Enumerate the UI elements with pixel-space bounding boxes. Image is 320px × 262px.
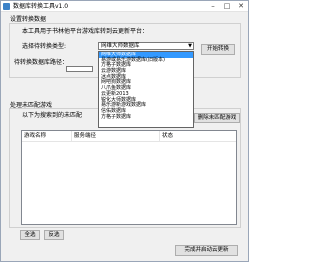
intro-text: 本工具用于书林他平台游戏库转到云更新平台： bbox=[22, 28, 149, 35]
maximize-icon[interactable]: □ bbox=[220, 1, 234, 11]
mismatch-hint: 以下为搜索到的未匹配 bbox=[22, 112, 83, 119]
column-header-status[interactable]: 状态 bbox=[160, 131, 236, 141]
column-header-game-name[interactable]: 游戏名称 bbox=[22, 131, 72, 141]
delete-unmatched-button[interactable]: 删除未匹配游戏 bbox=[194, 113, 240, 123]
combobox-selected-value: 网维大师数据库 bbox=[101, 43, 140, 49]
title-bar: 数据库转换工具v1.0 – □ ✕ bbox=[1, 1, 248, 12]
start-convert-button[interactable]: 开始转换 bbox=[201, 44, 235, 55]
minimize-icon[interactable]: – bbox=[206, 1, 220, 11]
source-type-dropdown-list[interactable]: 网维大师数据库 易游或易乐游数据库(旧版本) 方格子数据库 云游数据库 冰点数据库 网吧狗… bbox=[98, 51, 194, 128]
dropdown-option[interactable]: 方格子数据库 bbox=[99, 114, 193, 121]
app-window: 数据库转换工具v1.0 – □ ✕ 设置转换数据 本工具用于书林他平台游戏库转到… bbox=[0, 0, 249, 262]
chevron-down-icon[interactable]: ▼ bbox=[188, 43, 192, 50]
source-type-combobox[interactable]: 网维大师数据库 ▼ bbox=[98, 42, 194, 50]
unmatched-games-table[interactable]: 游戏名称 服务端径 状态 bbox=[21, 130, 237, 225]
settings-group-title: 设置转换数据 bbox=[10, 16, 47, 23]
window-title: 数据库转换工具v1.0 bbox=[13, 3, 69, 10]
close-icon[interactable]: ✕ bbox=[234, 1, 248, 11]
source-path-label: 待转换数据库路径： bbox=[14, 59, 69, 66]
select-all-button[interactable]: 全选 bbox=[20, 230, 40, 240]
app-icon bbox=[3, 3, 10, 10]
finish-and-launch-button[interactable]: 完成并启动云更新 bbox=[175, 245, 238, 256]
source-type-label: 选择待转换类型: bbox=[22, 43, 67, 50]
invert-selection-button[interactable]: 反选 bbox=[44, 230, 64, 240]
column-header-server-path[interactable]: 服务端径 bbox=[72, 131, 160, 141]
table-header-divider bbox=[22, 141, 236, 142]
source-path-input[interactable] bbox=[66, 66, 93, 72]
